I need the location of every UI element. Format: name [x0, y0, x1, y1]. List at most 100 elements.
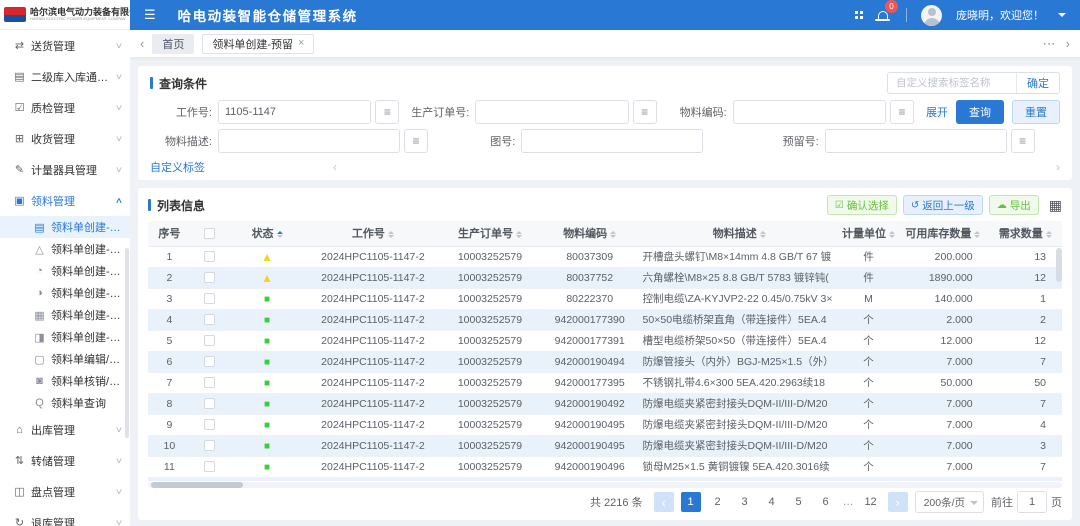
sidebar-subitem-writeoff[interactable]: ◙领料单核销/撤回 — [0, 370, 130, 392]
pagination-next-icon[interactable]: › — [888, 492, 908, 512]
field-input[interactable] — [225, 106, 364, 118]
sort-icon[interactable] — [516, 231, 522, 238]
batch-input-icon[interactable]: ≡ — [1011, 129, 1035, 153]
batch-input-icon[interactable]: ≡ — [890, 100, 914, 124]
sidebar-subitem-special-project[interactable]: ◔领料单创建-特殊项目 — [0, 260, 130, 282]
sidebar-subitem-outsourced[interactable]: ▦领料单创建-委外组件 — [0, 304, 130, 326]
menu-collapse-icon[interactable]: ☰ — [144, 7, 156, 23]
sort-icon[interactable] — [388, 231, 394, 238]
table-row[interactable]: 2▲2024HPC1105-1147-21000325257980037752六… — [148, 267, 1062, 288]
sidebar-subitem-secondary-warehouse[interactable]: ◨领料单创建-二级库 — [0, 326, 130, 348]
sidebar-item-material-requisition[interactable]: ▣领料管理∧ — [0, 185, 130, 216]
tags-scroll-right-icon[interactable]: › — [1056, 160, 1060, 174]
sidebar-subitem-cost-center[interactable]: ◑领料单创建-成本中心 — [0, 282, 130, 304]
goto-page-input[interactable] — [1017, 491, 1047, 513]
back-button[interactable]: ↺ 返回上一级 — [903, 195, 983, 215]
row-checkbox[interactable] — [204, 419, 215, 430]
tag-confirm-button[interactable]: 确定 — [1016, 73, 1059, 93]
table-row[interactable]: 4■2024HPC1105-1147-210003252579942000177… — [148, 309, 1062, 330]
batch-input-icon[interactable]: ≡ — [404, 129, 428, 153]
field-input[interactable] — [832, 135, 1000, 147]
search-button[interactable]: 查询 — [956, 100, 1004, 124]
tab-close-icon[interactable]: × — [298, 38, 304, 49]
table-row[interactable]: 12■2024HPC1105-1147-31000325257894200000… — [148, 477, 1062, 481]
sidebar-scrollbar[interactable] — [125, 248, 129, 438]
table-vertical-scrollbar[interactable] — [1056, 248, 1062, 448]
table-row[interactable]: 1▲2024HPC1105-1147-21000325257980037309开… — [148, 246, 1062, 267]
sidebar-item-delivery[interactable]: ⇄送货管理∨ — [0, 30, 130, 61]
table-row[interactable]: 8■2024HPC1105-1147-210003252579942000190… — [148, 393, 1062, 414]
pagination-page[interactable]: 4 — [762, 492, 782, 512]
field-input[interactable] — [482, 106, 621, 118]
tabs-more-icon[interactable]: ⋯ — [1043, 36, 1056, 52]
table-row[interactable]: 10■2024HPC1105-1147-21000325257994200019… — [148, 435, 1062, 456]
sort-icon[interactable] — [610, 231, 616, 238]
row-checkbox[interactable] — [204, 377, 215, 388]
sidebar-subitem-query[interactable]: Q领料单查询 — [0, 392, 130, 414]
sort-icon[interactable] — [889, 231, 895, 238]
sidebar-item-inbound-notice[interactable]: ▤二级库入库通知单∨ — [0, 61, 130, 92]
table-row[interactable]: 11■2024HPC1105-1147-21000325257994200019… — [148, 456, 1062, 477]
row-checkbox[interactable] — [204, 293, 215, 304]
expand-link[interactable]: 展开 — [926, 104, 948, 120]
table-row[interactable]: 5■2024HPC1105-1147-210003252579942000177… — [148, 330, 1062, 351]
row-checkbox[interactable] — [204, 356, 215, 367]
pagination-page[interactable]: 2 — [708, 492, 728, 512]
pagination-page[interactable]: 12 — [861, 492, 881, 512]
sort-icon[interactable] — [277, 231, 283, 238]
table-row[interactable]: 6■2024HPC1105-1147-210003252579942000190… — [148, 351, 1062, 372]
row-checkbox[interactable] — [204, 398, 215, 409]
reset-button[interactable]: 重置 — [1012, 100, 1060, 124]
sidebar-item-stocktake[interactable]: ◫盘点管理∨ — [0, 476, 130, 507]
pagination-ellipsis[interactable]: … — [843, 496, 854, 508]
tabs-scroll-right-icon[interactable]: › — [1066, 36, 1070, 51]
fullscreen-icon[interactable] — [854, 10, 864, 20]
sidebar-item-return[interactable]: ↻退库管理∨ — [0, 507, 130, 526]
table-row[interactable]: 9■2024HPC1105-1147-210003252579942000190… — [148, 414, 1062, 435]
pagination-page[interactable]: 6 — [816, 492, 836, 512]
table-horizontal-scrollbar[interactable] — [148, 482, 1062, 488]
row-checkbox[interactable] — [204, 440, 215, 451]
confirm-select-button[interactable]: ☑ 确认选择 — [827, 195, 897, 215]
batch-input-icon[interactable]: ≡ — [375, 100, 399, 124]
sidebar-item-measuring-tools[interactable]: ✎计量器具管理∨ — [0, 154, 130, 185]
sidebar-subitem-edit-delete[interactable]: ▢领料单编辑/删除 — [0, 348, 130, 370]
notification-bell-icon[interactable]: 0 — [878, 8, 888, 22]
pagination-page[interactable]: 5 — [789, 492, 809, 512]
pagination-page[interactable]: 3 — [735, 492, 755, 512]
sidebar-subitem-reserved[interactable]: ▤领料单创建-预留 — [0, 216, 130, 238]
row-checkbox[interactable] — [204, 335, 215, 346]
pagination-page[interactable]: 1 — [681, 492, 701, 512]
user-menu-caret-icon[interactable] — [1058, 13, 1066, 21]
sidebar-item-quality[interactable]: ☑质检管理∨ — [0, 92, 130, 123]
user-avatar[interactable] — [921, 5, 942, 26]
sort-icon[interactable] — [974, 231, 980, 238]
user-greeting[interactable]: 庞晓明，欢迎您！ — [956, 7, 1044, 23]
sidebar-item-transfer[interactable]: ⇅转储管理∨ — [0, 445, 130, 476]
custom-tag-input[interactable] — [888, 77, 1016, 89]
row-checkbox[interactable] — [204, 461, 215, 472]
field-input[interactable] — [528, 135, 696, 147]
page-size-select[interactable]: 200条/页 — [915, 491, 984, 513]
batch-input-icon[interactable]: ≡ — [633, 100, 657, 124]
column-settings-icon[interactable]: ▦ — [1049, 197, 1062, 214]
field-input[interactable] — [740, 106, 879, 118]
sort-icon[interactable] — [760, 231, 766, 238]
row-checkbox[interactable] — [204, 251, 215, 262]
sidebar-item-outbound[interactable]: ⌂出库管理∨ — [0, 414, 130, 445]
field-input[interactable] — [225, 135, 393, 147]
custom-tag-link[interactable]: 自定义标签 — [150, 159, 205, 175]
row-checkbox[interactable] — [204, 272, 215, 283]
pagination-prev-icon[interactable]: ‹ — [654, 492, 674, 512]
table-row[interactable]: 3■2024HPC1105-1147-21000325257980222370控… — [148, 288, 1062, 309]
tab-home[interactable]: 首页 — [152, 34, 194, 54]
table-row[interactable]: 7■2024HPC1105-1147-210003252579942000177… — [148, 372, 1062, 393]
sidebar-subitem-urgent[interactable]: △领料单创建-紧急 — [0, 238, 130, 260]
tags-scroll-left-icon[interactable]: ‹ — [333, 160, 337, 174]
select-all-checkbox[interactable] — [204, 228, 215, 239]
export-button[interactable]: ☁ 导出 — [989, 195, 1039, 215]
sort-icon[interactable] — [1046, 231, 1052, 238]
tabs-scroll-left-icon[interactable]: ‹ — [140, 36, 144, 51]
tab-material-requisition-reserved[interactable]: 领料单创建-预留 × — [202, 34, 314, 54]
row-checkbox[interactable] — [204, 314, 215, 325]
